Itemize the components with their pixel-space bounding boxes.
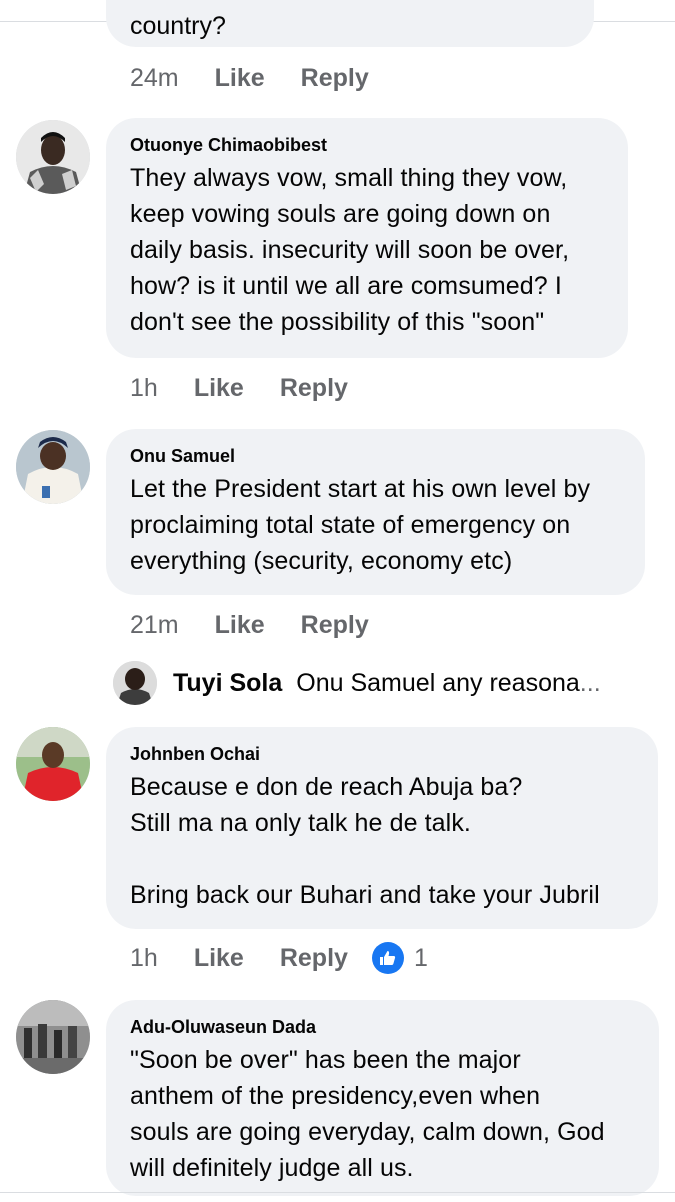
reaction-summary[interactable]: 1 — [371, 942, 428, 974]
comment-text: "Soon be over" has been the major anthem… — [130, 1046, 605, 1182]
comment-author[interactable]: Onu Samuel — [130, 445, 625, 467]
reaction-count: 1 — [413, 943, 428, 972]
comment-author[interactable]: Johnben Ochai — [130, 743, 638, 765]
comment-text: Let the President start at his own level… — [130, 475, 591, 575]
comment-bubble: Johnben Ochai Because e don de reach Abu… — [106, 727, 658, 929]
reply-button[interactable]: Reply — [301, 611, 369, 640]
avatar-photo-icon — [16, 1000, 90, 1074]
comment-actions: 24m Like Reply — [130, 60, 405, 96]
like-button[interactable]: Like — [194, 944, 244, 973]
reply-button[interactable]: Reply — [280, 374, 348, 403]
comment-text: They always vow, small thing they vow, k… — [130, 164, 570, 336]
like-button[interactable]: Like — [215, 611, 265, 640]
comment-time[interactable]: 24m — [130, 64, 179, 93]
avatar[interactable] — [16, 1000, 90, 1074]
avatar-photo-icon — [16, 727, 90, 801]
comment-time[interactable]: 21m — [130, 611, 179, 640]
comment-time[interactable]: 1h — [130, 374, 158, 403]
reply-text: Onu Samuel any reasona — [296, 668, 580, 697]
reply-button[interactable]: Reply — [301, 64, 369, 93]
avatar[interactable] — [16, 727, 90, 801]
comment-text: country? — [130, 12, 226, 40]
comment-actions: 1h Like Reply — [130, 370, 384, 406]
comment-text: Because e don de reach Abuja ba? Still m… — [130, 773, 600, 909]
comment-bubble: Adu-Oluwaseun Dada "Soon be over" has be… — [106, 1000, 659, 1196]
avatar-photo-icon — [16, 430, 90, 504]
avatar[interactable] — [16, 120, 90, 194]
comment-bubble-partial: country? — [106, 0, 594, 47]
avatar[interactable] — [16, 430, 90, 504]
avatar-photo-icon — [16, 120, 90, 194]
like-button[interactable]: Like — [194, 374, 244, 403]
comment-actions: 21m Like Reply — [130, 607, 405, 643]
reply-ellipsis: ... — [579, 668, 601, 697]
thumbs-up-icon — [371, 942, 404, 974]
like-button[interactable]: Like — [215, 64, 265, 93]
comment-actions: 1h Like Reply 1 — [130, 940, 428, 976]
comment-time[interactable]: 1h — [130, 944, 158, 973]
comment-bubble: Onu Samuel Let the President start at hi… — [106, 429, 645, 595]
reply-preview[interactable]: Tuyi Sola Onu Samuel any reasona... — [113, 660, 601, 706]
reply-button[interactable]: Reply — [280, 944, 348, 973]
avatar[interactable] — [113, 661, 157, 705]
comment-bubble: Otuonye Chimaobibest They always vow, sm… — [106, 118, 628, 358]
bottom-divider — [0, 1192, 675, 1193]
reply-author[interactable]: Tuyi Sola — [173, 669, 282, 698]
avatar-photo-icon — [113, 661, 157, 705]
comment-author[interactable]: Otuonye Chimaobibest — [130, 134, 608, 156]
comment-author[interactable]: Adu-Oluwaseun Dada — [130, 1016, 639, 1038]
